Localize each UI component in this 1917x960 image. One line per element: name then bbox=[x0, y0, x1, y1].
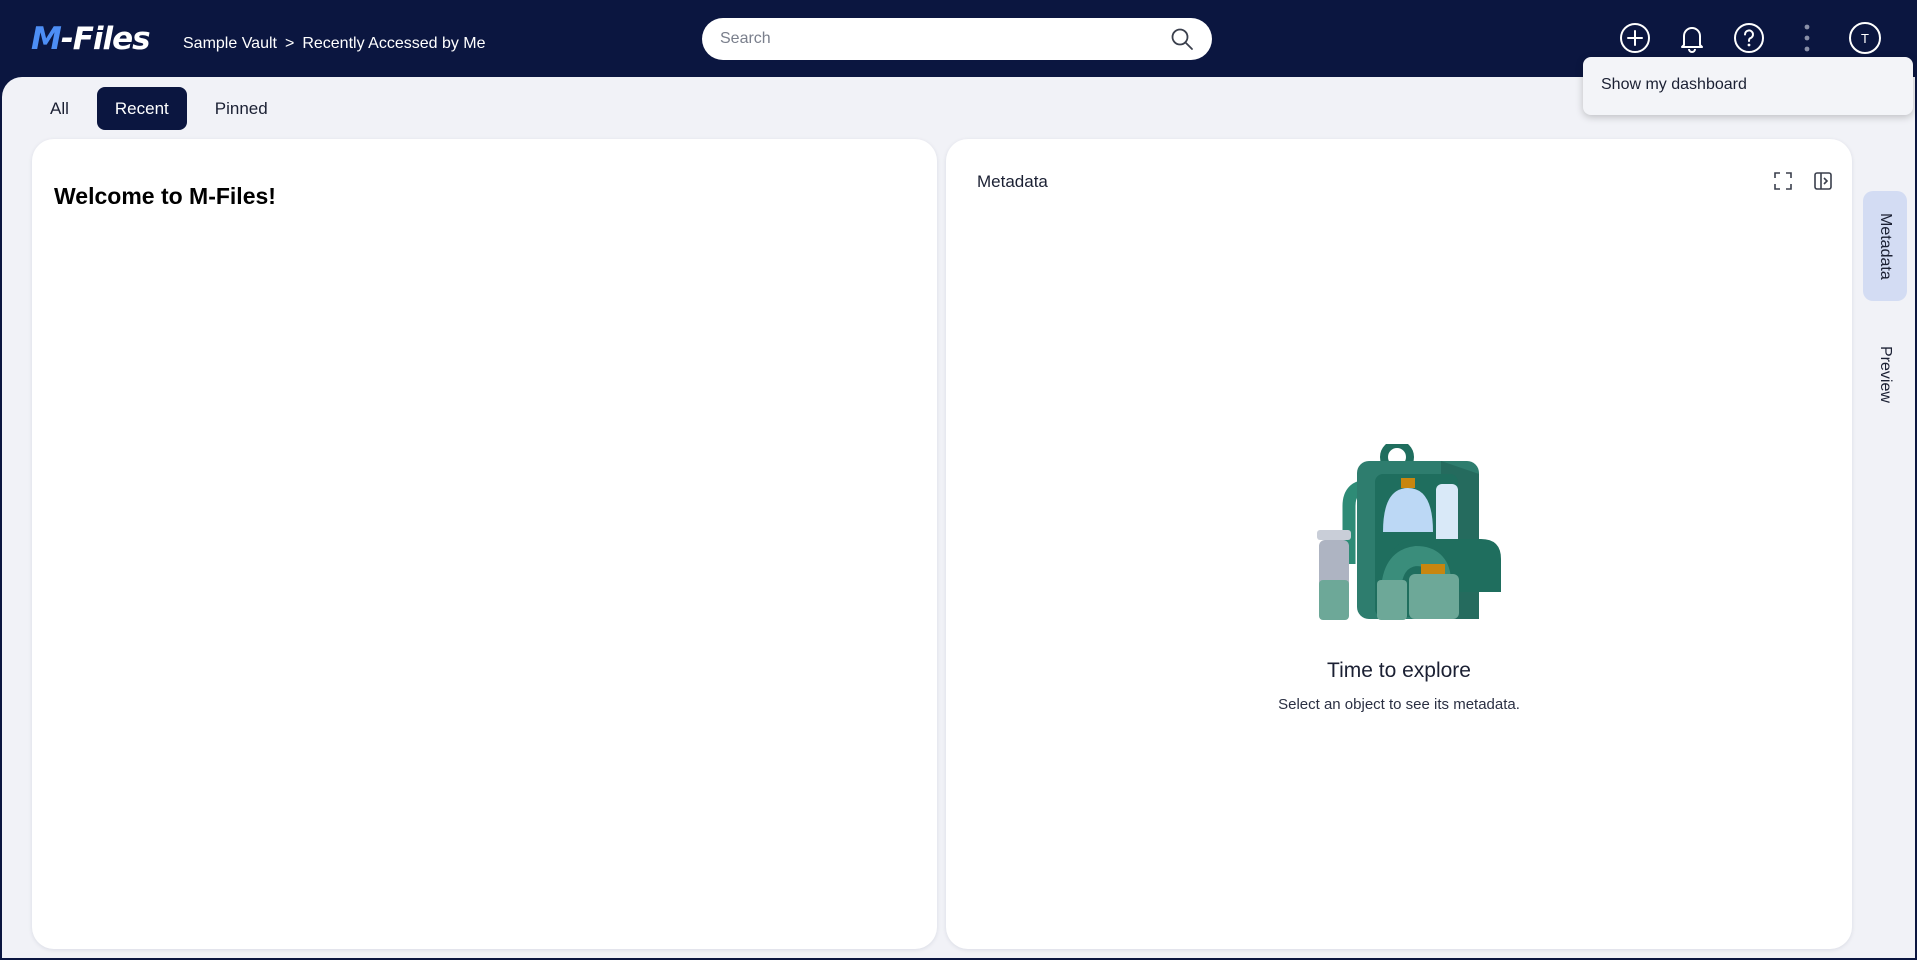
search-icon[interactable] bbox=[1170, 27, 1194, 51]
view-tabs: All Recent Pinned bbox=[32, 87, 286, 130]
add-button[interactable] bbox=[1617, 20, 1653, 56]
breadcrumb-view: Recently Accessed by Me bbox=[302, 35, 486, 52]
metadata-title: Metadata bbox=[977, 172, 1048, 191]
logo-m: M bbox=[31, 21, 62, 57]
list-panel: Welcome to M-Files! bbox=[32, 139, 937, 949]
empty-state-subtitle: Select an object to see its metadata. bbox=[1278, 696, 1520, 713]
side-tab-preview-label: Preview bbox=[1877, 345, 1894, 403]
search-input[interactable] bbox=[720, 30, 1140, 48]
m-files-logo[interactable]: M-Files bbox=[31, 18, 151, 60]
notifications-button[interactable] bbox=[1674, 20, 1710, 56]
backpack-illustration-icon bbox=[1317, 444, 1501, 620]
search-box bbox=[702, 18, 1212, 60]
breadcrumb: Sample Vault > Recently Accessed by Me bbox=[183, 33, 486, 55]
welcome-heading: Welcome to M-Files! bbox=[54, 183, 276, 209]
maximize-icon[interactable] bbox=[1772, 170, 1794, 192]
side-tab-metadata-label: Metadata bbox=[1877, 212, 1894, 280]
more-vertical-icon bbox=[1804, 24, 1810, 52]
user-avatar[interactable]: T bbox=[1849, 22, 1881, 54]
breadcrumb-vault[interactable]: Sample Vault bbox=[183, 33, 277, 55]
add-icon bbox=[1620, 23, 1650, 53]
collapse-panel-icon[interactable] bbox=[1812, 170, 1834, 192]
more-options-menu: Show my dashboard bbox=[1583, 57, 1913, 115]
bell-icon bbox=[1681, 27, 1703, 53]
side-tab-preview[interactable]: Preview bbox=[1863, 319, 1907, 429]
empty-state-title: Time to explore bbox=[1327, 659, 1471, 682]
breadcrumb-separator: > bbox=[284, 35, 295, 52]
menu-item-show-dashboard[interactable]: Show my dashboard bbox=[1601, 76, 1747, 94]
logo-text: -Files bbox=[60, 21, 151, 57]
side-tab-metadata[interactable]: Metadata bbox=[1863, 191, 1907, 301]
more-options-button[interactable] bbox=[1789, 20, 1825, 56]
help-icon bbox=[1734, 23, 1764, 53]
help-button[interactable] bbox=[1731, 20, 1767, 56]
tab-pinned[interactable]: Pinned bbox=[197, 87, 286, 130]
metadata-panel: Metadata Time to explore Select an objec… bbox=[946, 139, 1852, 949]
tab-all[interactable]: All bbox=[32, 87, 87, 130]
main-area: All Recent Pinned Welcome to M-Files! Me… bbox=[2, 77, 1915, 958]
tab-recent[interactable]: Recent bbox=[96, 87, 187, 130]
